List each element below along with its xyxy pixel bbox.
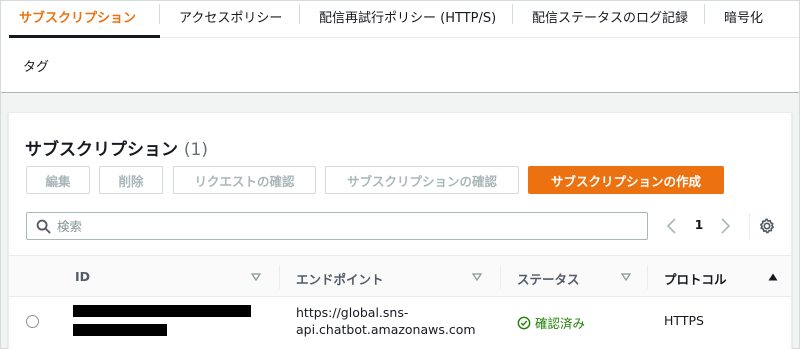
column-header-protocol[interactable]: プロトコル — [664, 269, 727, 288]
create-subscription-button[interactable]: サブスクリプションの作成 — [528, 166, 724, 194]
table-row[interactable]: https://global.sns- api.chatbot.amazonaw… — [9, 298, 791, 349]
endpoint-cell: https://global.sns- api.chatbot.amazonaw… — [296, 304, 496, 338]
tab-divider — [160, 37, 799, 38]
subscriptions-panel: サブスクリプション (1) 編集 削除 リクエストの確認 サブスクリプションの確… — [8, 112, 792, 349]
sort-ascending-icon[interactable] — [768, 272, 778, 282]
check-circle-icon — [517, 316, 531, 329]
status-text: 確認済み — [535, 316, 586, 331]
sort-caret-icon[interactable] — [251, 272, 261, 282]
tab-tags[interactable]: タグ — [23, 56, 49, 75]
chevron-left-icon[interactable] — [665, 217, 679, 235]
endpoint-line: https://global.sns- — [296, 305, 409, 320]
table-header: ID エンドポイント ステータス プロトコル — [9, 255, 791, 297]
tab-separator — [299, 4, 300, 24]
column-header-endpoint[interactable]: エンドポイント — [296, 269, 384, 288]
sort-caret-icon[interactable] — [472, 272, 482, 282]
tab-separator — [512, 4, 513, 24]
status-cell: 確認済み — [517, 313, 585, 332]
tab-delivery-status-logging[interactable]: 配信ステータスのログ記録 — [532, 7, 688, 26]
panel-title: サブスクリプション (1) — [25, 135, 208, 160]
column-separator — [279, 265, 280, 289]
tab-separator — [704, 4, 705, 24]
search-icon — [36, 219, 51, 234]
pager-separator — [749, 213, 750, 239]
endpoint-line: api.chatbot.amazonaws.com — [296, 322, 476, 337]
search-input[interactable] — [57, 216, 637, 236]
search-box[interactable] — [26, 212, 648, 240]
sort-caret-icon[interactable] — [621, 272, 631, 282]
redacted-id-line — [73, 324, 167, 336]
redacted-id-line — [73, 305, 251, 317]
edit-button[interactable]: 編集 — [26, 166, 90, 194]
request-confirmation-button[interactable]: リクエストの確認 — [173, 166, 316, 194]
subscription-count: (1) — [183, 140, 209, 160]
tab-delivery-retry-policy[interactable]: 配信再試行ポリシー (HTTP/S) — [319, 7, 496, 26]
tab-separator — [159, 4, 160, 24]
column-separator — [647, 265, 648, 289]
column-header-id[interactable]: ID — [75, 269, 90, 284]
row-select-radio[interactable] — [26, 315, 39, 328]
tab-subscriptions[interactable]: サブスクリプション — [19, 7, 136, 26]
tab-bar: サブスクリプション アクセスポリシー 配信再試行ポリシー (HTTP/S) 配信… — [1, 1, 799, 93]
column-separator — [500, 265, 501, 289]
delete-button[interactable]: 削除 — [99, 166, 163, 194]
current-page-number[interactable]: 1 — [689, 217, 709, 232]
tab-access-policy[interactable]: アクセスポリシー — [179, 7, 282, 26]
protocol-cell: HTTPS — [664, 313, 704, 328]
chevron-right-icon[interactable] — [718, 217, 732, 235]
gear-icon[interactable] — [758, 217, 776, 235]
panel-title-text: サブスクリプション — [25, 140, 178, 160]
tab-encryption[interactable]: 暗号化 — [724, 7, 763, 26]
column-header-status[interactable]: ステータス — [517, 269, 580, 288]
confirm-subscription-button[interactable]: サブスクリプションの確認 — [325, 166, 519, 194]
active-tab-indicator — [9, 35, 160, 38]
